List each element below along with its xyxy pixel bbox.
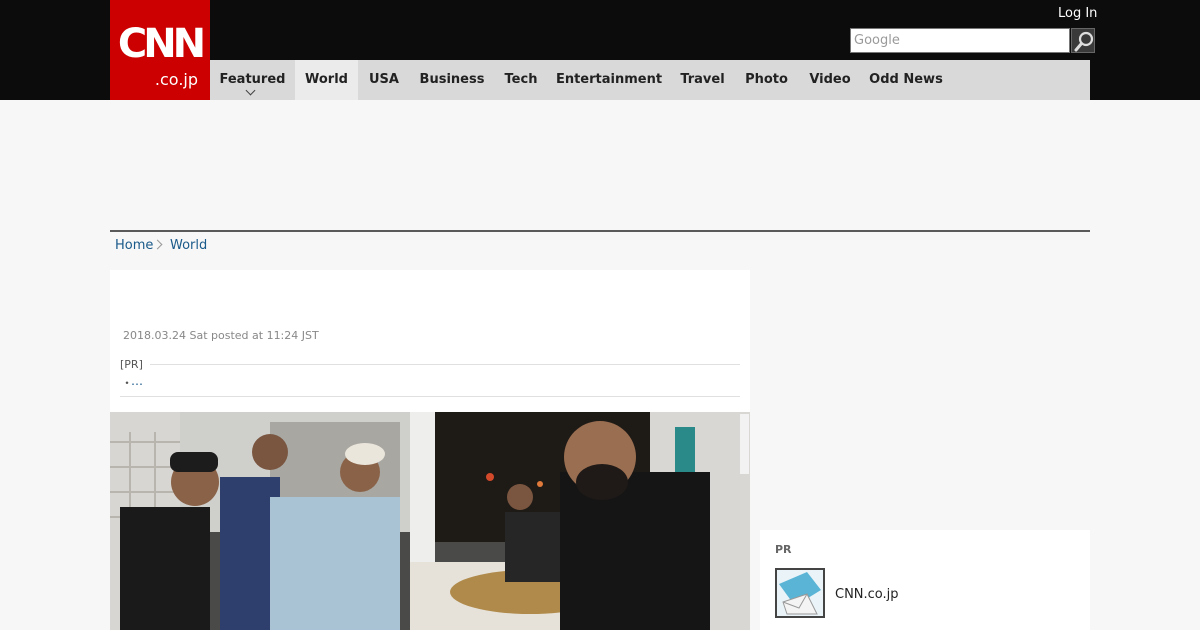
article-photo-illustration — [110, 412, 750, 630]
nav-item-label: Tech — [504, 72, 538, 87]
nav-item-label: USA — [369, 72, 399, 87]
search-input[interactable] — [850, 28, 1070, 53]
logo-text: CNN — [117, 21, 206, 67]
sidebar-pr-link[interactable]: CNN.co.jp — [835, 587, 899, 602]
nav-item-odd-news[interactable]: Odd News — [862, 60, 950, 100]
nav-item-video[interactable]: Video — [798, 60, 862, 100]
nav-item-world[interactable]: World — [295, 60, 358, 100]
pr-divider — [150, 364, 740, 365]
section-divider — [110, 230, 1090, 232]
pr-link[interactable]: … — [131, 374, 143, 388]
nav-item-label: Featured — [219, 72, 286, 87]
nav-item-entertainment[interactable]: Entertainment — [548, 60, 670, 100]
nav-item-label: Photo — [745, 72, 788, 87]
chevron-right-icon — [152, 239, 163, 250]
pr-label: [PR] — [120, 358, 143, 371]
nav-item-travel[interactable]: Travel — [670, 60, 735, 100]
nav-item-tech[interactable]: Tech — [494, 60, 548, 100]
nav-item-label: Video — [809, 72, 851, 87]
article-photo[interactable] — [110, 412, 750, 630]
sidebar-pr-box: PR CNN.co.jp — [760, 530, 1090, 630]
breadcrumb-home[interactable]: Home — [115, 238, 153, 253]
nav-item-usa[interactable]: USA — [358, 60, 410, 100]
nav-item-business[interactable]: Business — [410, 60, 494, 100]
site-logo[interactable]: CNN .co.jp — [110, 0, 210, 100]
sidebar-pr-title: PR — [775, 543, 792, 556]
envelope-icon — [777, 570, 823, 616]
top-bar: CNN .co.jp Log In Featured World USA Bus… — [0, 0, 1200, 100]
nav-item-label: World — [305, 72, 348, 87]
posted-timestamp: 2018.03.24 Sat posted at 11:24 JST — [123, 329, 319, 342]
nav-item-label: Travel — [680, 72, 725, 87]
nav-item-featured[interactable]: Featured — [210, 60, 295, 100]
pr-divider-bottom — [120, 396, 740, 397]
logo-domain: .co.jp — [154, 70, 198, 89]
breadcrumb-world[interactable]: World — [170, 238, 207, 253]
chevron-down-icon — [245, 85, 256, 96]
nav-item-photo[interactable]: Photo — [735, 60, 798, 100]
magnifier-icon — [1074, 31, 1094, 52]
search-button[interactable] — [1071, 28, 1095, 53]
sidebar-pr-thumbnail[interactable] — [775, 568, 825, 618]
nav-item-label: Business — [419, 72, 485, 87]
main-nav: Featured World USA Business Tech Enterta… — [210, 60, 1090, 100]
login-link[interactable]: Log In — [1058, 6, 1097, 21]
nav-item-label: Entertainment — [555, 72, 663, 87]
nav-item-label: Odd News — [869, 72, 943, 87]
article-card: 2018.03.24 Sat posted at 11:24 JST [PR] … — [110, 270, 750, 630]
